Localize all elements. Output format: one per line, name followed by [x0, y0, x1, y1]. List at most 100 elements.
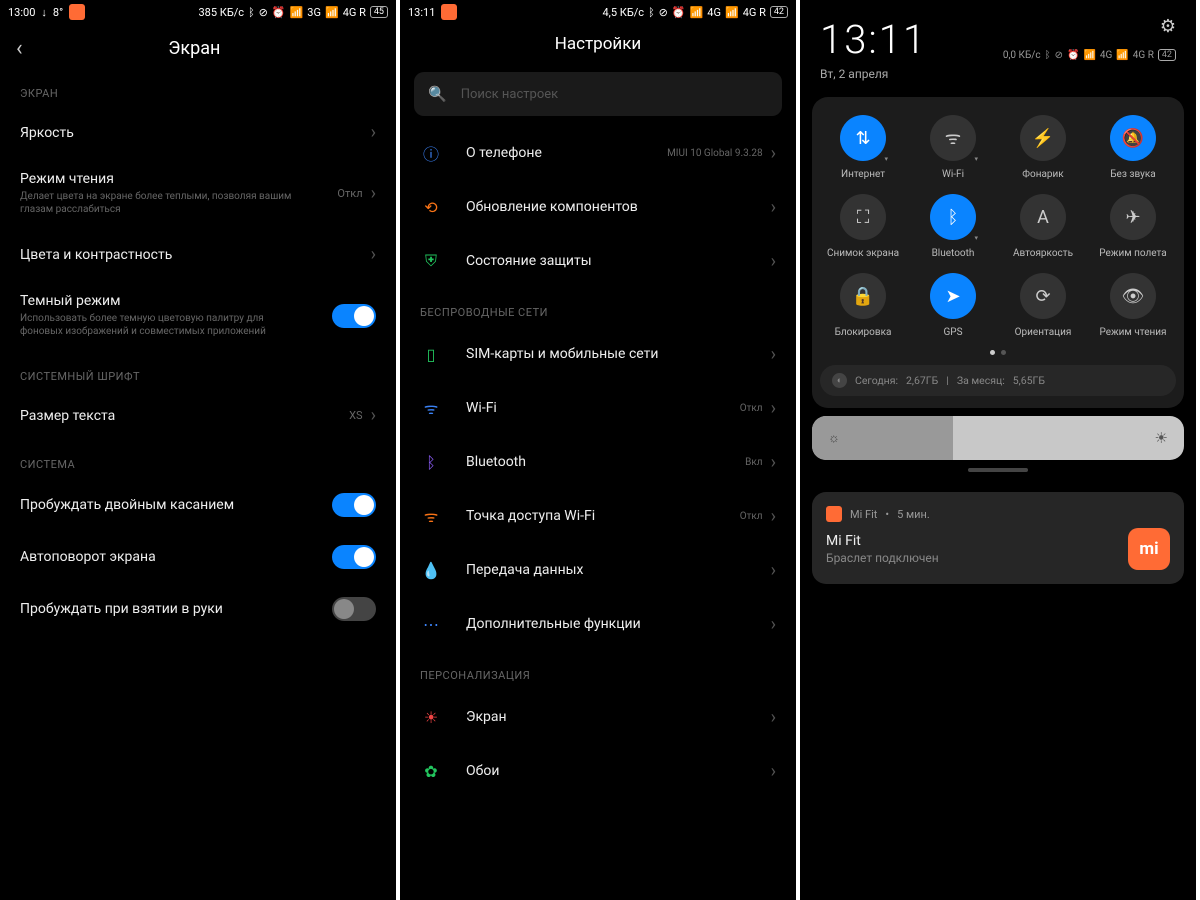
wallpaper-icon: ✿: [420, 760, 442, 782]
chevron-down-icon: ▾: [974, 155, 978, 163]
row-more[interactable]: ⋯ Дополнительные функции ›: [400, 597, 796, 651]
row-brightness[interactable]: Яркость ›: [0, 108, 396, 157]
toggle-dark-mode[interactable]: [332, 304, 376, 328]
row-sim-cards[interactable]: ▯ SIM-карты и мобильные сети ›: [400, 327, 796, 381]
row-title: Пробуждать двойным касанием: [20, 497, 332, 513]
row-auto-rotate[interactable]: Автоповорот экрана: [0, 531, 396, 583]
qs-tile-блокировка[interactable]: 🔒Блокировка: [820, 273, 906, 338]
brightness-slider[interactable]: ☼ ☀: [812, 416, 1184, 460]
row-desc: Использовать более темную цветовую палит…: [20, 312, 300, 338]
tile-icon: 🔕: [1110, 115, 1156, 161]
chevron-right-icon: ›: [371, 122, 376, 143]
back-button[interactable]: ‹: [16, 36, 23, 61]
bluetooth-icon: ᛒ: [1045, 50, 1051, 61]
row-double-tap-wake[interactable]: Пробуждать двойным касанием: [0, 479, 396, 531]
row-title: Цвета и контрастность: [20, 247, 371, 263]
qs-tile-фонарик[interactable]: ⚡Фонарик: [1000, 115, 1086, 180]
qs-tile-интернет[interactable]: ⇅▾Интернет: [820, 115, 906, 180]
toggle-auto-rotate[interactable]: [332, 545, 376, 569]
page-title: Настройки: [400, 24, 796, 66]
shade-handle[interactable]: [968, 468, 1028, 472]
tile-icon: ✈: [1110, 194, 1156, 240]
search-input[interactable]: 🔍 Поиск настроек: [414, 72, 782, 116]
dnd-icon: ⊘: [259, 6, 268, 19]
tile-icon: ᯤ▾: [930, 115, 976, 161]
qs-tile-ориентация[interactable]: ⟳Ориентация: [1000, 273, 1086, 338]
chevron-down-icon: ▾: [974, 234, 978, 242]
signal-icon: 📶: [290, 6, 304, 19]
toggle-raise-wake[interactable]: [332, 597, 376, 621]
qs-tile-gps[interactable]: ➤GPS: [910, 273, 996, 338]
row-value: Откл: [740, 511, 763, 522]
qs-tile-без-звука[interactable]: 🔕Без звука: [1090, 115, 1176, 180]
qs-tile-bluetooth[interactable]: ᛒ▾Bluetooth: [910, 194, 996, 259]
row-value: XS: [349, 409, 362, 422]
row-title: Режим чтения: [20, 171, 337, 187]
chevron-right-icon: ›: [771, 398, 776, 419]
row-reading-mode[interactable]: Режим чтения Делает цвета на экране боле…: [0, 157, 396, 230]
pager-dots[interactable]: [820, 350, 1176, 355]
toggle-double-tap[interactable]: [332, 493, 376, 517]
row-data-usage[interactable]: 💧 Передача данных ›: [400, 543, 796, 597]
tile-label: Ориентация: [1015, 327, 1072, 338]
bluetooth-icon: ᛒ: [420, 451, 442, 473]
row-colors[interactable]: Цвета и контрастность ›: [0, 230, 396, 279]
signal-icon: 📶: [1116, 50, 1128, 61]
qs-tile-снимок-экрана[interactable]: ⛶ Снимок экрана: [820, 194, 906, 259]
app-badge-icon: [69, 4, 85, 20]
tile-icon: A: [1020, 194, 1066, 240]
tile-icon: ᛒ▾: [930, 194, 976, 240]
notification-card[interactable]: Mi Fit • 5 мин. Mi Fit Браслет подключен…: [812, 492, 1184, 584]
row-wifi[interactable]: ᯤ Wi-Fi Откл ›: [400, 381, 796, 435]
data-usage-row[interactable]: ◐ Сегодня: 2,67ГБ | За месяц: 5,65ГБ: [820, 365, 1176, 396]
more-icon: ⋯: [420, 613, 442, 635]
tile-label: Снимок экрана: [827, 248, 899, 259]
chevron-right-icon: ›: [771, 707, 776, 728]
status-speed: 385 КБ/с: [198, 6, 244, 19]
notif-large-icon: mi: [1128, 528, 1170, 570]
section-label: ЭКРАН: [0, 69, 396, 108]
row-wallpaper[interactable]: ✿ Обои ›: [400, 744, 796, 798]
chevron-right-icon: ›: [771, 761, 776, 782]
qs-tile-режим-полета[interactable]: ✈ Режим полета: [1090, 194, 1176, 259]
row-text-size[interactable]: Размер текста XS ›: [0, 391, 396, 440]
notif-app-icon: [826, 506, 842, 522]
row-security-status[interactable]: ⛨ Состояние защиты ›: [400, 234, 796, 288]
chevron-right-icon: ›: [371, 244, 376, 265]
row-title: О телефоне: [466, 145, 667, 161]
wifi-icon: ᯤ: [420, 397, 442, 419]
row-raise-to-wake[interactable]: Пробуждать при взятии в руки: [0, 583, 396, 635]
status-net1: 3G: [307, 6, 321, 19]
row-bluetooth[interactable]: ᛒ Bluetooth Вкл ›: [400, 435, 796, 489]
chevron-right-icon: ›: [771, 344, 776, 365]
status-net2: 4G R: [343, 6, 366, 19]
battery-badge: 42: [770, 6, 788, 18]
bluetooth-icon: ᛒ: [248, 6, 255, 19]
brightness-high-icon: ☀: [1155, 429, 1168, 447]
search-icon: 🔍: [428, 85, 447, 103]
status-net1: 4G: [1100, 50, 1112, 61]
tile-icon: ⛶: [840, 194, 886, 240]
section-label: ПЕРСОНАЛИЗАЦИЯ: [400, 651, 796, 690]
row-hotspot[interactable]: ᯤ Точка доступа Wi-Fi Откл ›: [400, 489, 796, 543]
chevron-right-icon: ›: [771, 452, 776, 473]
row-title: Обои: [466, 763, 771, 779]
shield-icon: ⛨: [420, 250, 442, 272]
qs-tile-автояркость[interactable]: AАвтояркость: [1000, 194, 1086, 259]
notif-app-name: Mi Fit: [850, 508, 877, 521]
notif-bullet: •: [885, 508, 889, 521]
row-dark-mode[interactable]: Темный режим Использовать более темную ц…: [0, 279, 396, 352]
row-desc: Делает цвета на экране более теплыми, по…: [20, 190, 300, 216]
row-system-update[interactable]: ⟲ Обновление компонентов ›: [400, 180, 796, 234]
status-bar: 13:00 ↓ 8° 385 КБ/с ᛒ ⊘ ⏰ 📶 3G 📶 4G R 45: [0, 0, 396, 24]
tile-label: Режим полета: [1099, 248, 1166, 259]
settings-gear-icon[interactable]: ⚙: [1160, 16, 1176, 37]
row-display[interactable]: ☀ Экран ›: [400, 690, 796, 744]
row-title: Передача данных: [466, 562, 771, 578]
qs-tile-режим-чтения[interactable]: 👁Режим чтения: [1090, 273, 1176, 338]
qs-tile-wi-fi[interactable]: ᯤ▾Wi-Fi: [910, 115, 996, 180]
pager-dot: [1001, 350, 1006, 355]
row-about-phone[interactable]: ⓘ О телефоне MIUI 10 Global 9.3.28 ›: [400, 126, 796, 180]
row-value: Откл: [740, 403, 763, 414]
row-value: Откл: [337, 187, 362, 200]
